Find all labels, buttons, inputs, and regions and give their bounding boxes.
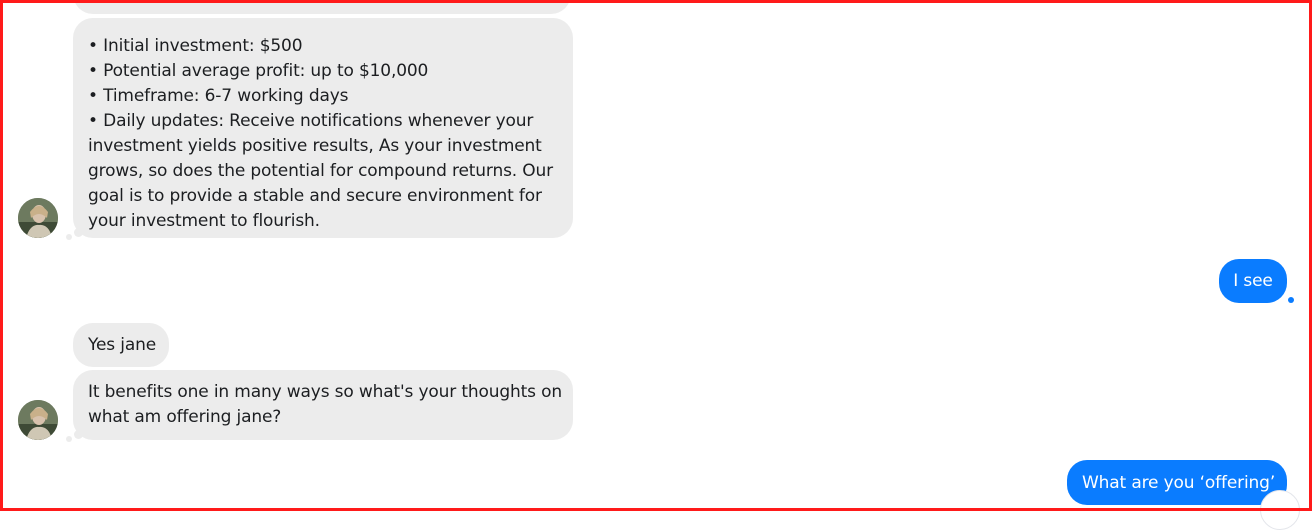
message-line: • Potential average profit: up to $10,00…: [88, 61, 429, 81]
previous-message-bubble[interactable]: [73, 0, 571, 14]
incoming-message-bubble[interactable]: • Initial investment: $500 • Potential a…: [73, 18, 573, 238]
message-line: your investment to flourish.: [88, 211, 320, 231]
user-avatar-icon[interactable]: [18, 198, 58, 238]
message-line: what am offering jane?: [88, 407, 282, 427]
bubble-tail-dot: [66, 436, 72, 442]
bubble-tail-dot: [74, 228, 83, 237]
message-line: It benefits one in many ways so what's y…: [88, 382, 563, 402]
seen-avatar-icon: [1260, 490, 1300, 530]
message-line: • Daily updates: Receive notifications w…: [88, 111, 534, 131]
message-line: • Timeframe: 6-7 working days: [88, 86, 349, 106]
message-text: Yes jane: [88, 335, 157, 355]
user-avatar-icon[interactable]: [18, 400, 58, 440]
message-line: grows, so does the potential for compoun…: [88, 161, 553, 181]
incoming-message-bubble[interactable]: It benefits one in many ways so what's y…: [73, 370, 573, 440]
message-line: goal is to provide a stable and secure e…: [88, 186, 542, 206]
message-line: • Initial investment: $500: [88, 36, 303, 56]
message-text: What are you ‘offering’: [1082, 473, 1276, 493]
incoming-message-bubble[interactable]: Yes jane: [73, 323, 169, 367]
outgoing-message-bubble[interactable]: What are you ‘offering’: [1067, 460, 1287, 505]
message-text: I see: [1233, 271, 1273, 291]
read-receipt-icon: [1288, 297, 1294, 303]
avatar-photo-icon: [18, 198, 58, 238]
avatar-photo-icon: [18, 400, 58, 440]
message-line: investment yields positive results, As y…: [88, 136, 542, 156]
bubble-tail-dot: [74, 430, 83, 439]
outgoing-message-bubble[interactable]: I see: [1219, 259, 1287, 303]
bubble-tail-dot: [66, 234, 72, 240]
